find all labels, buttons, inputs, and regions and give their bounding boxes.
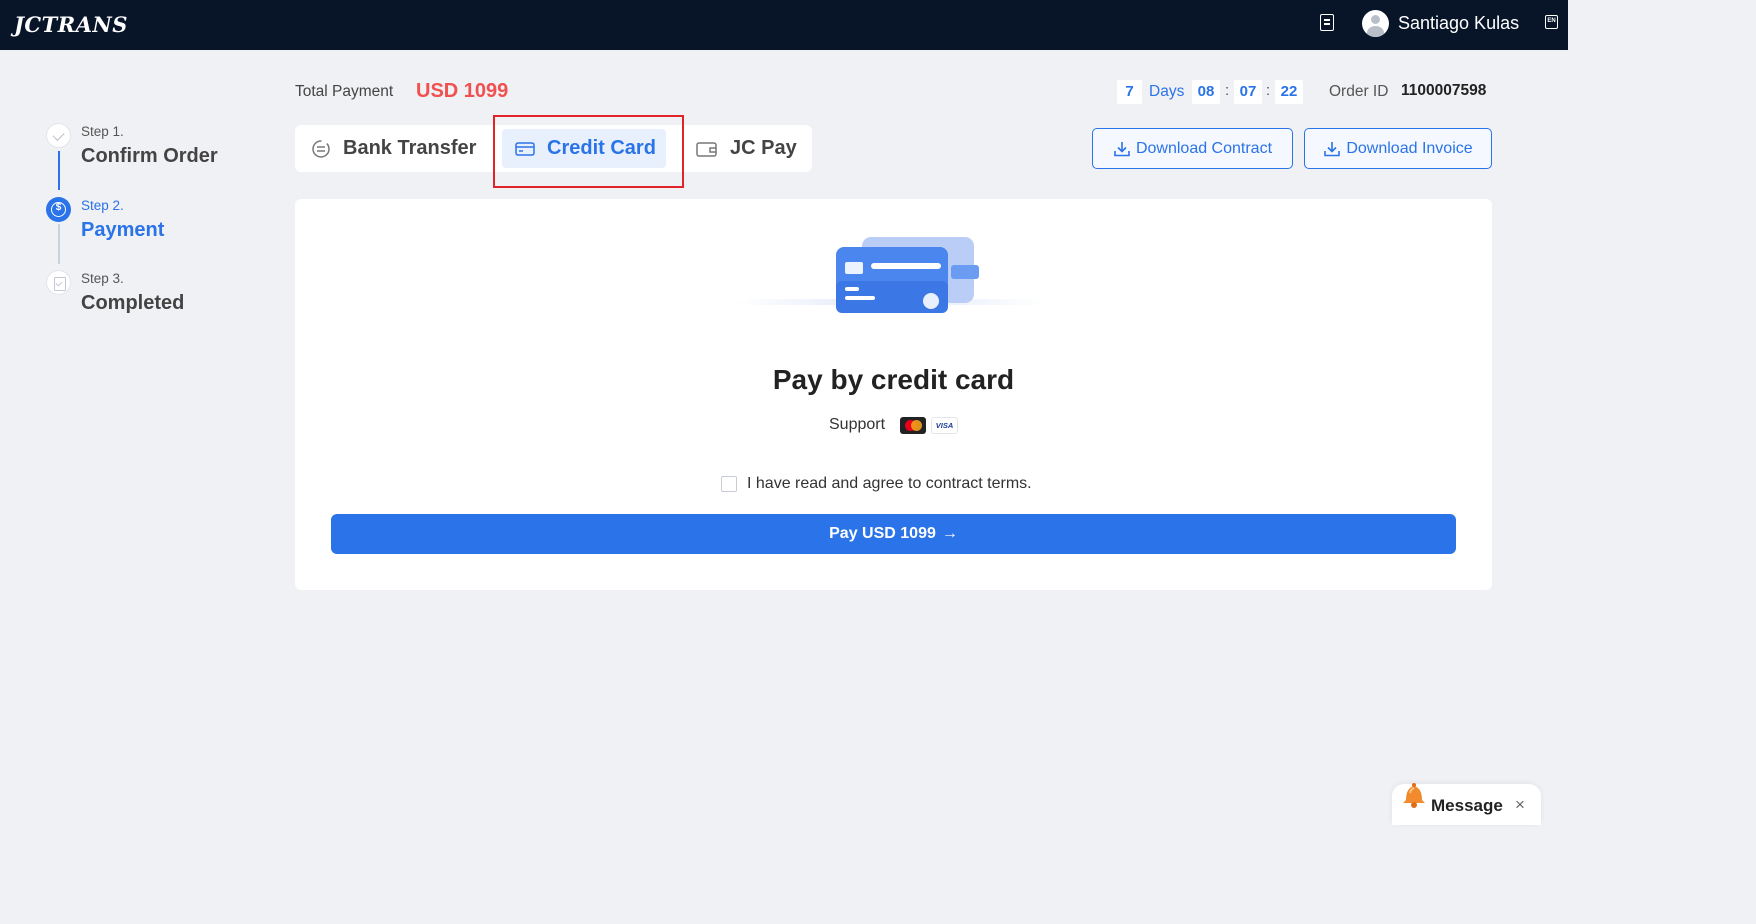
countdown-hours: 08: [1192, 80, 1220, 104]
step-connector-line: [58, 224, 60, 264]
document-icon[interactable]: [1320, 14, 1334, 31]
total-payment-label: Total Payment: [295, 83, 394, 100]
step-title: Completed: [81, 292, 185, 314]
step-title: Confirm Order: [81, 145, 218, 167]
step-label: Step 1.: [81, 124, 124, 139]
credit-card-payment-panel: Pay by credit card Support VISA I have r…: [295, 199, 1492, 590]
agree-terms-checkbox[interactable]: [721, 476, 737, 492]
agree-terms-label[interactable]: I have read and agree to contract terms.: [747, 475, 1032, 493]
close-icon[interactable]: ×: [1515, 795, 1525, 815]
countdown-seconds: 22: [1275, 80, 1303, 104]
credit-card-highlight-box: [493, 115, 684, 188]
support-label: Support: [829, 416, 886, 433]
arrow-right-icon: →: [941, 525, 958, 542]
download-invoice-label: Download Invoice: [1346, 139, 1473, 157]
countdown-separator: :: [1266, 82, 1271, 99]
pay-by-credit-card-title: Pay by credit card: [772, 364, 1015, 395]
avatar[interactable]: [1362, 10, 1389, 37]
top-nav-bar: JCTRANS Santiago Kulas EN: [0, 0, 1568, 50]
step-label: Step 3.: [81, 271, 124, 286]
countdown-days-label: Days: [1149, 83, 1185, 100]
credit-card-illustration-icon: [735, 237, 1045, 313]
download-contract-button[interactable]: Download Contract: [1092, 128, 1293, 169]
order-id-label: Order ID: [1329, 83, 1389, 100]
download-icon: [1324, 141, 1341, 156]
total-payment-amount: USD 1099: [416, 80, 509, 102]
language-icon[interactable]: EN: [1545, 15, 1558, 29]
jctrans-logo[interactable]: JCTRANS: [14, 12, 128, 37]
tab-bank-transfer[interactable]: Bank Transfer: [311, 129, 476, 168]
wallet-icon: [696, 141, 717, 157]
countdown-separator: :: [1225, 82, 1230, 99]
check-icon: [46, 123, 71, 148]
step-label: Step 2.: [81, 198, 124, 213]
pay-button-label: Pay USD 1099: [829, 525, 936, 542]
bell-icon: [1403, 783, 1425, 808]
tab-label: Bank Transfer: [343, 137, 477, 159]
pay-button[interactable]: Pay USD 1099 →: [331, 514, 1456, 554]
countdown-minutes: 07: [1234, 80, 1262, 104]
tab-label: JC Pay: [730, 137, 797, 159]
download-icon: [1114, 141, 1130, 156]
tab-jc-pay[interactable]: JC Pay: [696, 129, 797, 168]
download-invoice-button[interactable]: Download Invoice: [1304, 128, 1492, 169]
bank-transfer-icon: [312, 139, 330, 158]
dollar-circle-icon: [46, 197, 71, 222]
user-name[interactable]: Santiago Kulas: [1398, 13, 1519, 34]
clipboard-check-icon: [46, 270, 71, 295]
step-title: Payment: [81, 219, 165, 241]
message-widget[interactable]: Message ×: [1392, 783, 1541, 825]
step-connector-line: [58, 151, 60, 190]
mastercard-icon: [900, 417, 926, 434]
visa-icon: VISA: [931, 417, 958, 434]
countdown-days: 7: [1117, 80, 1142, 104]
order-id-value: 1100007598: [1401, 82, 1487, 99]
download-contract-label: Download Contract: [1135, 139, 1273, 157]
message-label: Message: [1431, 796, 1503, 815]
